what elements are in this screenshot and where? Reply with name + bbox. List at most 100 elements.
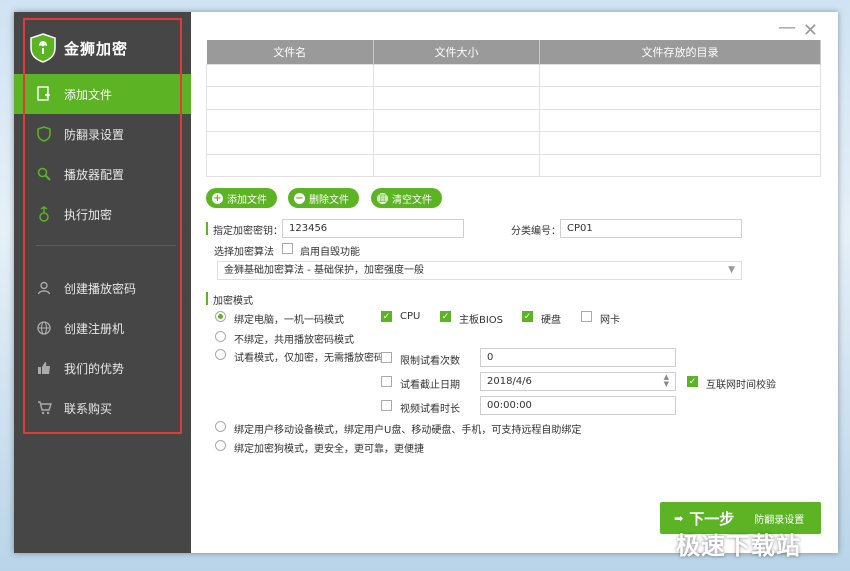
add-file-label: 添加文件 [227, 194, 267, 206]
sidebar-item-contact-purchase[interactable]: 联系购买 [14, 388, 191, 428]
mode-label: 绑定电脑，一机一码模式 [234, 315, 344, 326]
table-cell [373, 131, 540, 155]
sidebar-item-anti-record[interactable]: 防翻录设置 [14, 114, 191, 154]
sidebar-item-label: 创建播放密码 [64, 281, 137, 296]
sidebar-item-encrypt[interactable]: 执行加密 [14, 194, 191, 234]
table-cell [373, 63, 540, 87]
key-label: 指定加密密钥： [213, 226, 283, 237]
table-cell [206, 86, 374, 110]
add-file-icon [36, 86, 52, 102]
algorithm-label: 选择加密算法 [214, 247, 274, 258]
bind-option-label: 主板BIOS [459, 315, 504, 326]
algorithm-selected-value: 金狮基础加密算法 - 基础保护，加密强度一般 [224, 265, 424, 276]
bind-option-label: 硬盘 [541, 315, 561, 326]
cart-icon [36, 400, 52, 416]
bios-checkbox[interactable]: ✓ [440, 311, 451, 322]
sidebar-item-add-file[interactable]: 添加文件 [14, 74, 191, 114]
table-cell [206, 63, 374, 87]
column-header[interactable]: 文件存放的目录 [539, 40, 821, 64]
add-file-button[interactable]: + 添加文件 [206, 188, 277, 208]
table-header-row: 文件名 文件大小 文件存放的目录 [206, 40, 821, 64]
app-title: 金狮加密 [64, 39, 129, 58]
table-row[interactable] [206, 63, 821, 87]
sidebar: 金狮加密 添加文件 防翻录设置 播放器配置 执行加密 创建播放密码 创建注册机 … [14, 12, 191, 553]
sidebar-item-label: 我们的优势 [64, 361, 125, 376]
trash-icon: ▥ [377, 192, 388, 204]
sidebar-item-label: 添加文件 [64, 87, 113, 102]
globe-icon [36, 320, 52, 336]
duration-checkbox[interactable] [381, 400, 392, 411]
sidebar-item-label: 联系购买 [64, 401, 113, 416]
duration-input[interactable] [480, 396, 676, 415]
sidebar-item-create-keygen[interactable]: 创建注册机 [14, 308, 191, 348]
app-window: 金狮加密 添加文件 防翻录设置 播放器配置 执行加密 创建播放密码 创建注册机 … [14, 12, 838, 553]
column-header[interactable]: 文件大小 [373, 40, 540, 64]
app-logo: 金狮加密 [30, 30, 128, 66]
sidebar-item-create-password[interactable]: 创建播放密码 [14, 268, 191, 308]
shield-logo-icon [30, 33, 56, 63]
mode-label: 试看模式，仅加密，无需播放密码 [234, 353, 384, 364]
bind-option-label: 网卡 [600, 315, 620, 326]
disk-checkbox[interactable]: ✓ [522, 311, 533, 322]
algorithm-select[interactable]: 金狮基础加密算法 - 基础保护，加密强度一般 ▼ [217, 261, 742, 280]
table-cell [373, 108, 540, 132]
mode-radio-dongle[interactable] [215, 440, 226, 451]
close-button[interactable]: ✕ [803, 20, 818, 41]
thumbs-up-icon [36, 360, 52, 376]
clear-files-button[interactable]: ▥ 清空文件 [371, 188, 442, 208]
watermark: 极速下载站 [676, 532, 801, 560]
table-cell [373, 153, 540, 177]
section-marker [206, 222, 208, 235]
next-step-sublabel: 防翻录设置 [754, 514, 805, 526]
mode-label: 不绑定，共用播放密码模式 [234, 335, 354, 346]
table-row[interactable] [206, 108, 821, 132]
mode-section-label: 加密模式 [213, 296, 253, 307]
limit-count-input[interactable] [480, 348, 676, 367]
internet-time-checkbox[interactable]: ✓ [687, 376, 698, 387]
duration-label: 视频试看时长 [400, 404, 460, 415]
mode-radio-bind-pc[interactable] [215, 311, 226, 322]
sidebar-item-label: 创建注册机 [64, 321, 125, 336]
minimize-button[interactable]: — [778, 17, 796, 38]
mode-radio-mobile-device[interactable] [215, 421, 226, 432]
table-cell [539, 108, 821, 132]
end-date-label: 试看截止日期 [400, 380, 460, 391]
limit-count-label: 限制试看次数 [400, 356, 460, 367]
minus-icon: − [294, 192, 305, 204]
end-date-picker[interactable]: 2018/4/6 ▲ ▼ [480, 372, 676, 391]
sidebar-item-advantages[interactable]: 我们的优势 [14, 348, 191, 388]
end-date-checkbox[interactable] [381, 376, 392, 387]
table-cell [539, 86, 821, 110]
category-input[interactable] [560, 219, 742, 238]
search-icon [36, 166, 52, 182]
sidebar-divider [36, 245, 176, 246]
key-input[interactable] [282, 219, 464, 238]
internet-time-label: 互联网时间校验 [706, 380, 776, 391]
chevron-down-icon: ▼ [728, 265, 735, 275]
limit-count-checkbox[interactable] [381, 352, 392, 363]
column-header[interactable]: 文件名 [206, 40, 374, 64]
table-row[interactable] [206, 131, 821, 155]
table-row[interactable] [206, 153, 821, 177]
delete-file-label: 删除文件 [309, 194, 349, 206]
end-date-value: 2018/4/6 [487, 376, 532, 387]
clear-files-label: 清空文件 [392, 194, 432, 206]
self-destruct-checkbox[interactable] [282, 243, 293, 254]
delete-file-button[interactable]: − 删除文件 [288, 188, 359, 208]
table-cell [373, 86, 540, 110]
section-marker [206, 292, 208, 305]
encrypt-icon [36, 206, 52, 222]
self-destruct-label: 启用自毁功能 [300, 247, 360, 258]
mode-radio-trial[interactable] [215, 349, 226, 360]
table-row[interactable] [206, 86, 821, 110]
file-table: 文件名 文件大小 文件存放的目录 [206, 40, 821, 177]
sidebar-item-player-config[interactable]: 播放器配置 [14, 154, 191, 194]
mode-label: 绑定用户移动设备模式，绑定用户U盘、移动硬盘、手机，可支持远程自助绑定 [234, 425, 582, 436]
spinner-icon[interactable]: ▲ ▼ [664, 374, 669, 388]
cpu-checkbox[interactable]: ✓ [381, 311, 392, 322]
mode-radio-shared-password[interactable] [215, 331, 226, 342]
table-cell [206, 153, 374, 177]
table-cell [539, 63, 821, 87]
mode-label: 绑定加密狗模式，更安全，更可靠，更便捷 [234, 444, 424, 455]
nic-checkbox[interactable] [581, 311, 592, 322]
